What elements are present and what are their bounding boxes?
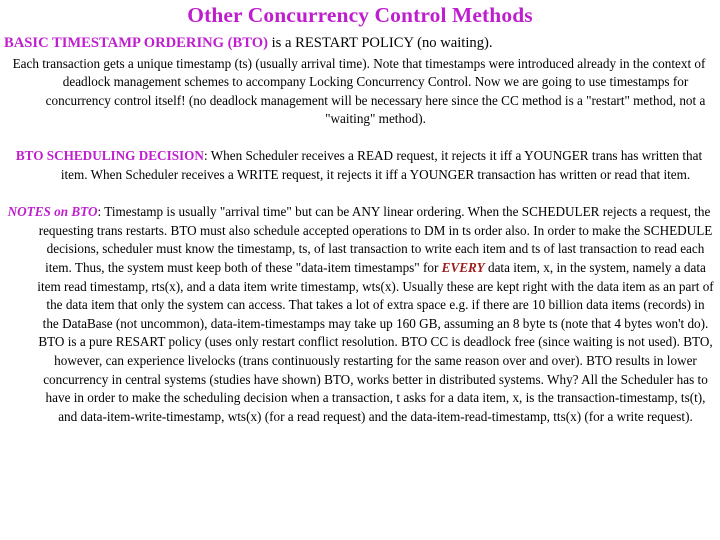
intro-paragraph: Each transaction gets a unique timestamp… xyxy=(12,55,706,127)
page-title: Other Concurrency Control Methods xyxy=(187,3,533,27)
slide-body: BASIC TIMESTAMP ORDERING (BTO) is a REST… xyxy=(0,33,720,427)
intro-heading-line: BASIC TIMESTAMP ORDERING (BTO) is a REST… xyxy=(4,33,714,53)
scheduling-heading: BTO SCHEDULING DECISION xyxy=(15,148,204,164)
notes-paragraph: NOTES on BTO: Timestamp is usually "arri… xyxy=(4,203,714,426)
intro-heading: BASIC TIMESTAMP ORDERING (BTO) xyxy=(4,34,268,51)
block-spacer-1 xyxy=(4,129,714,148)
intro-heading-rest: is a RESTART POLICY (no waiting). xyxy=(267,34,493,51)
notes-heading: NOTES on BTO xyxy=(7,204,98,220)
notes-emphasis-every: EVERY xyxy=(441,260,485,276)
block-spacer-2 xyxy=(4,185,714,204)
notes-body-part-2: data item, x, in the system, namely a da… xyxy=(37,260,714,424)
slide: Other Concurrency Control Methods BASIC … xyxy=(0,0,720,540)
scheduling-paragraph: BTO SCHEDULING DECISION: When Scheduler … xyxy=(4,147,714,184)
